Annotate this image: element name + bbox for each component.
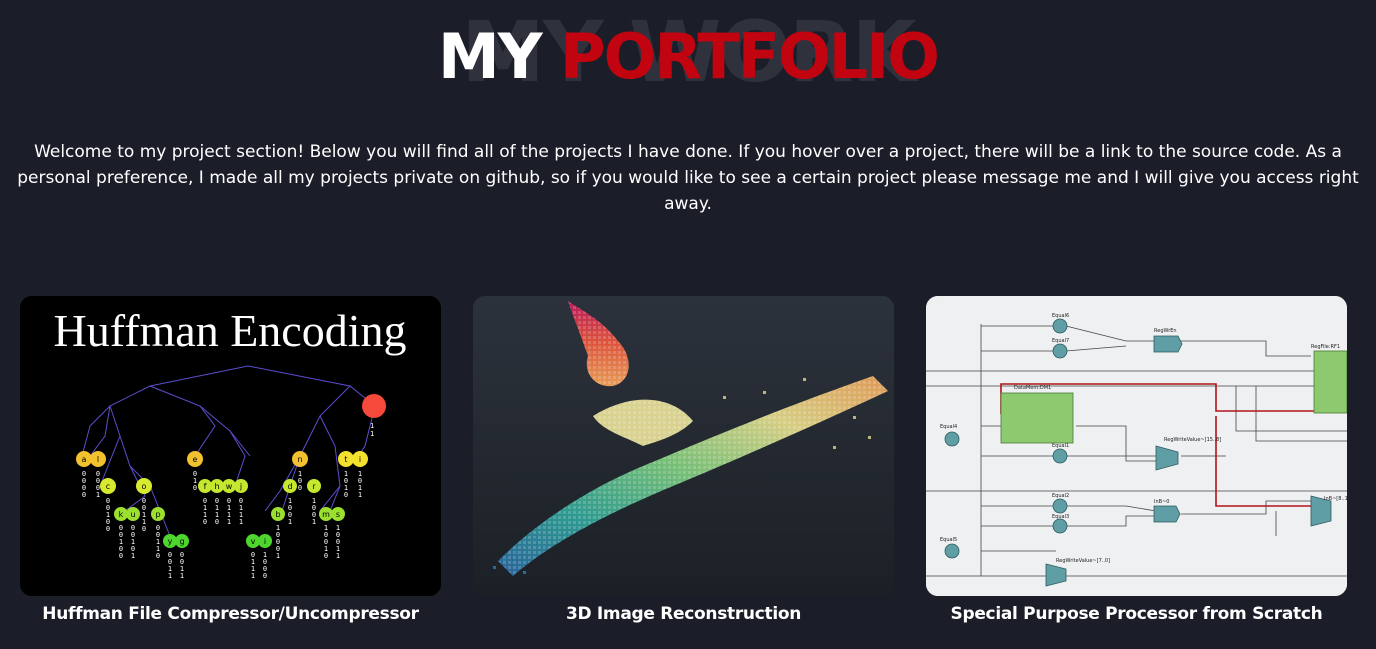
svg-text:g: g (179, 537, 184, 546)
svg-text:0: 0 (119, 552, 123, 560)
svg-text:o: o (142, 482, 147, 491)
svg-text:Equal7: Equal7 (1052, 338, 1069, 344)
svg-text:InB~[8..1]: InB~[8..1] (1324, 496, 1347, 502)
svg-text:DataMem:DM1: DataMem:DM1 (1014, 385, 1051, 391)
svg-text:RegWrEn: RegWrEn (1154, 328, 1177, 334)
svg-text:0: 0 (156, 552, 160, 560)
circuit-schematic-image: Equal6 Equal7 RegWrEn RegFile:RF1 DataMe… (926, 296, 1347, 596)
section-header: MY WORK MY PORTFOLIO (0, 0, 1376, 110)
svg-text:Equal4: Equal4 (940, 424, 957, 430)
project-card-huffman[interactable]: Huffman Encoding 11 a l e n t i c o f h … (20, 296, 441, 596)
svg-text:n: n (297, 455, 302, 464)
svg-text:0: 0 (298, 484, 302, 492)
svg-text:w: w (226, 482, 233, 491)
project-title-3d-reconstruction[interactable]: 3D Image Reconstruction (473, 604, 894, 624)
svg-text:InB~0: InB~0 (1154, 499, 1169, 505)
svg-text:h: h (214, 482, 219, 491)
svg-text:1: 1 (370, 422, 374, 430)
svg-text:1: 1 (239, 518, 243, 526)
page-title: MY PORTFOLIO (0, 26, 1376, 88)
svg-text:i: i (359, 455, 361, 464)
svg-text:0: 0 (203, 518, 207, 526)
svg-text:u: u (130, 510, 135, 519)
project-card-3d-reconstruction[interactable] (473, 296, 894, 596)
title-portfolio: PORTFOLIO (560, 20, 940, 93)
svg-text:i: i (264, 537, 266, 546)
svg-text:0: 0 (193, 484, 197, 492)
intro-paragraph: Welcome to my project section! Below you… (17, 142, 1359, 214)
svg-text:j: j (239, 482, 242, 491)
svg-text:Equal1: Equal1 (1052, 443, 1069, 449)
svg-text:0: 0 (106, 525, 110, 533)
svg-text:1: 1 (131, 552, 135, 560)
title-my: MY (438, 20, 543, 93)
svg-text:v: v (251, 537, 256, 546)
svg-text:1: 1 (312, 518, 316, 526)
svg-text:0: 0 (142, 525, 146, 533)
svg-text:Equal6: Equal6 (1052, 313, 1069, 319)
svg-text:1: 1 (251, 572, 255, 580)
huffman-image-heading: Huffman Encoding (53, 305, 406, 356)
svg-text:RegWriteValue~[15..8]: RegWriteValue~[15..8] (1164, 437, 1221, 443)
svg-text:1: 1 (288, 518, 292, 526)
svg-text:1: 1 (180, 572, 184, 580)
svg-text:p: p (155, 510, 160, 519)
svg-text:f: f (204, 482, 207, 491)
portfolio-section: MY WORK MY PORTFOLIO Welcome to my proje… (0, 0, 1376, 649)
project-card-processor[interactable]: Equal6 Equal7 RegWrEn RegFile:RF1 DataMe… (926, 296, 1347, 596)
svg-text:1: 1 (96, 491, 100, 499)
svg-text:y: y (168, 537, 173, 546)
project-title-huffman[interactable]: Huffman File Compressor/Uncompressor (20, 604, 441, 624)
svg-text:1: 1 (276, 552, 280, 560)
svg-text:s: s (336, 510, 340, 519)
svg-text:Equal5: Equal5 (940, 537, 957, 543)
svg-text:RegFile:RF1: RegFile:RF1 (1311, 344, 1340, 350)
svg-text:Equal2: Equal2 (1052, 493, 1069, 499)
svg-text:m: m (322, 510, 330, 519)
svg-text:0: 0 (215, 518, 219, 526)
svg-text:0: 0 (344, 491, 348, 499)
svg-text:b: b (275, 510, 280, 519)
svg-text:1: 1 (227, 518, 231, 526)
svg-text:1: 1 (358, 491, 362, 499)
svg-text:0: 0 (263, 572, 267, 580)
svg-text:Equal3: Equal3 (1052, 514, 1069, 520)
huffman-tree-image: Huffman Encoding 11 a l e n t i c o f h … (20, 296, 441, 596)
svg-text:t: t (344, 455, 347, 464)
svg-text:d: d (287, 482, 292, 491)
project-title-processor[interactable]: Special Purpose Processor from Scratch (926, 604, 1347, 624)
svg-text:k: k (119, 510, 124, 519)
svg-text:a: a (82, 455, 87, 464)
svg-text:c: c (106, 482, 110, 491)
svg-text:0: 0 (82, 491, 86, 499)
svg-text:RegWriteValue~[7..0]: RegWriteValue~[7..0] (1056, 558, 1110, 564)
svg-text:1: 1 (336, 552, 340, 560)
svg-text:1: 1 (370, 430, 374, 438)
svg-text:e: e (193, 455, 198, 464)
svg-text:1: 1 (168, 572, 172, 580)
point-cloud-image (473, 296, 894, 596)
svg-text:l: l (97, 455, 99, 464)
svg-text:0: 0 (324, 552, 328, 560)
